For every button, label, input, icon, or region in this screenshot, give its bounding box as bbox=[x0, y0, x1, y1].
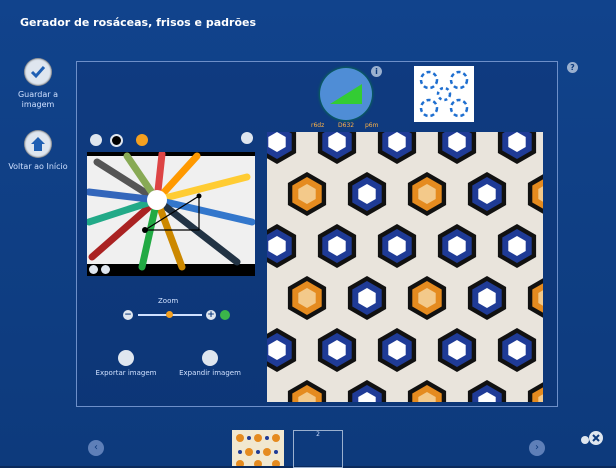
zoom-out-button[interactable]: − bbox=[123, 310, 133, 320]
app-window: Gerador de rosáceas, frisos e padrões Gu… bbox=[0, 0, 616, 468]
check-icon bbox=[24, 58, 52, 86]
zoom-slider-handle[interactable] bbox=[166, 311, 173, 318]
triangle-icon bbox=[330, 84, 362, 104]
zoom-reset-icon[interactable] bbox=[220, 310, 230, 320]
export-icon bbox=[118, 350, 134, 366]
pencil-icon[interactable] bbox=[241, 132, 253, 144]
expand-image-button[interactable]: Expandir imagem bbox=[170, 350, 250, 377]
pattern-canvas bbox=[267, 132, 543, 402]
close-icon[interactable] bbox=[580, 430, 604, 446]
save-image-label: Guardar a imagem bbox=[17, 90, 59, 109]
previous-arrow-icon[interactable]: ‹ bbox=[88, 440, 104, 456]
generated-pattern-preview[interactable] bbox=[267, 132, 543, 402]
zoom-label: Zoom bbox=[158, 297, 179, 305]
home-icon bbox=[24, 130, 52, 158]
app-title: Gerador de rosáceas, frisos e padrões bbox=[20, 16, 257, 29]
triangle-label-3: p6m bbox=[365, 122, 379, 129]
save-image-button[interactable]: Guardar a imagem bbox=[8, 58, 68, 110]
info-icon[interactable]: i bbox=[371, 66, 382, 77]
orange-lock-icon[interactable] bbox=[136, 134, 148, 146]
export-image-button[interactable]: Exportar imagem bbox=[86, 350, 166, 377]
triangle-label-2: D632 bbox=[338, 122, 355, 129]
home-label: Voltar ao Início bbox=[8, 162, 68, 171]
export-image-label: Exportar imagem bbox=[95, 369, 157, 377]
swap-icon[interactable] bbox=[90, 134, 102, 146]
rotate-left-icon[interactable] bbox=[89, 265, 98, 274]
triangle-label-1: r6dz bbox=[311, 122, 325, 129]
expand-image-label: Expandir imagem bbox=[179, 369, 241, 377]
rotate-right-icon[interactable] bbox=[101, 265, 110, 274]
help-icon[interactable]: ? bbox=[567, 62, 578, 73]
next-arrow-icon[interactable]: › bbox=[529, 440, 545, 456]
zoom-in-button[interactable]: + bbox=[206, 310, 216, 320]
saved-pattern-thumbnail[interactable] bbox=[232, 430, 284, 466]
home-button[interactable]: Voltar ao Início bbox=[8, 130, 68, 172]
empty-slot[interactable]: 2 bbox=[293, 430, 343, 468]
expand-icon bbox=[202, 350, 218, 366]
slot-number: 2 bbox=[316, 431, 320, 438]
triangle-selector[interactable] bbox=[320, 68, 372, 120]
black-circle-icon[interactable] bbox=[110, 134, 123, 147]
pattern-thumbnail[interactable] bbox=[414, 66, 474, 122]
source-photo[interactable] bbox=[87, 152, 255, 276]
